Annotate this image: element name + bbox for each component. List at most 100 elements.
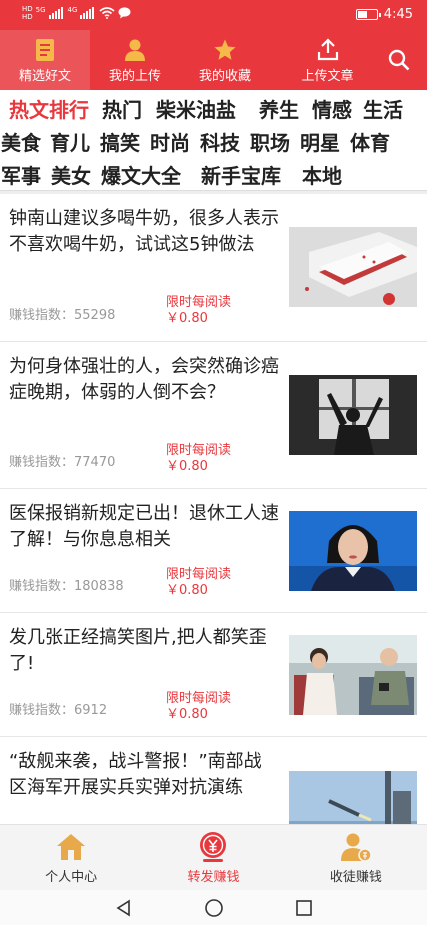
article-thumbnail <box>289 635 417 715</box>
article-card[interactable]: 医保报销新规定已出！退休工人速了解！与你息息相关 赚钱指数：180838 限时每… <box>0 489 427 613</box>
category-row: 军事 美女 爆文大全 新手宝库 本地 <box>0 158 427 191</box>
tab-personal-center[interactable]: 个人中心 <box>0 825 142 890</box>
category-parenting[interactable]: 育儿 <box>50 127 90 156</box>
tab-upload-article[interactable]: 上传文章 <box>270 30 385 90</box>
tab-my-uploads[interactable]: 我的上传 <box>90 30 180 90</box>
status-right: 4:45 <box>355 7 413 22</box>
category-local[interactable]: 本地 <box>302 160 342 189</box>
category-funny[interactable]: 搞笑 <box>100 127 140 156</box>
article-card[interactable]: “敌舰来袭，战斗警报！”南部战区海军开展实兵实弹对抗演练 <box>0 737 427 824</box>
home-circle-icon <box>204 898 223 917</box>
wifi-icon <box>99 7 115 19</box>
earn-index-value: 180838 <box>74 579 124 594</box>
tab-share-earn[interactable]: 转发赚钱 <box>142 825 284 890</box>
house-icon <box>56 830 86 864</box>
category-hot-ranking[interactable]: 热文排行 <box>9 94 89 123</box>
back-button[interactable] <box>113 897 135 919</box>
recents-button[interactable] <box>293 897 315 919</box>
back-triangle-icon <box>116 899 130 916</box>
news-anchor-photo <box>289 511 417 591</box>
reward-label: 限时每阅读 <box>166 567 232 582</box>
tab-label: 转发赚钱 <box>187 870 240 885</box>
category-newbie-guide[interactable]: 新手宝库 <box>201 160 281 189</box>
recents-square-icon <box>295 899 312 916</box>
status-bar: HD HD 5G 4G 4:45 <box>0 0 427 30</box>
network2-label: 4G <box>67 6 78 14</box>
reward-value: ￥0.80 <box>166 459 208 474</box>
earn-index-label: 赚钱指数： <box>9 455 75 470</box>
category-daily-life[interactable]: 柴米油盐 <box>156 94 236 123</box>
tab-featured-articles[interactable]: 精选好文 <box>0 30 90 90</box>
earn-index-label: 赚钱指数： <box>9 308 75 323</box>
article-title: 为何身体强壮的人，会突然确诊癌症晚期，体弱的人倒不会？ <box>9 356 279 403</box>
earn-index-value: 6912 <box>74 703 108 718</box>
category-tech[interactable]: 科技 <box>200 127 240 156</box>
missile-launch-photo <box>289 771 417 824</box>
tab-recruit-earn[interactable]: 收徒赚钱 <box>285 825 427 890</box>
sim1-label: HD <box>22 5 33 13</box>
sim-labels: HD HD <box>22 5 33 21</box>
article-title: 医保报销新规定已出！退休工人速了解！与你息息相关 <box>9 503 279 550</box>
article-title: 发几张正经搞笑图片,把人都笑歪了! <box>9 627 267 674</box>
battery-level-fill <box>357 11 367 18</box>
network1-label: 5G <box>35 6 46 14</box>
person-icon <box>124 37 146 63</box>
reward-info: 限时每阅读 ￥0.80 <box>166 691 231 723</box>
reward-info: 限时每阅读 ￥0.80 <box>166 443 231 475</box>
category-health[interactable]: 养生 <box>259 94 299 123</box>
home-button[interactable] <box>203 897 225 919</box>
earn-index-value: 77470 <box>74 455 116 470</box>
user-coin-icon <box>340 830 372 864</box>
article-card[interactable]: 发几张正经搞笑图片,把人都笑歪了! 赚钱指数：6912 限时每阅读 ￥0.80 <box>0 613 427 737</box>
category-viral-collection[interactable]: 爆文大全 <box>101 160 181 189</box>
article-title: 钟南山建议多喝牛奶，很多人表示不喜欢喝牛奶，试试这5钟做法 <box>9 208 279 255</box>
reward-label: 限时每阅读 <box>166 443 232 458</box>
category-food[interactable]: 美食 <box>1 127 41 156</box>
tab-label: 上传文章 <box>301 68 354 84</box>
clock: 4:45 <box>383 7 413 22</box>
category-celebrity[interactable]: 明星 <box>300 127 340 156</box>
tab-label: 个人中心 <box>45 870 98 885</box>
earn-index-label: 赚钱指数： <box>9 703 75 718</box>
category-career[interactable]: 职场 <box>250 127 290 156</box>
category-sports[interactable]: 体育 <box>350 127 390 156</box>
reward-info: 限时每阅读 ￥0.80 <box>166 295 231 327</box>
article-thumbnail <box>289 375 417 455</box>
battery-icon <box>355 9 381 20</box>
earn-index: 赚钱指数：77470 <box>9 451 115 470</box>
status-indicators: HD HD 5G 4G <box>22 5 131 21</box>
reward-label: 限时每阅读 <box>166 691 232 706</box>
article-title: “敌舰来袭，战斗警报！”南部战区海军开展实兵实弹对抗演练 <box>9 751 262 798</box>
tab-my-favorites[interactable]: 我的收藏 <box>180 30 270 90</box>
category-military[interactable]: 军事 <box>1 160 41 189</box>
reward-value: ￥0.80 <box>166 707 208 722</box>
article-thumbnail <box>289 511 417 591</box>
category-emotion[interactable]: 情感 <box>312 94 352 123</box>
signal-icon <box>80 7 95 19</box>
category-row: 热文排行 热门 柴米油盐 养生 情感 生活 <box>0 92 427 125</box>
category-grid: 热文排行 热门 柴米油盐 养生 情感 生活 美食 育儿 搞笑 时尚 科技 职场 … <box>0 90 427 190</box>
category-life[interactable]: 生活 <box>363 94 403 123</box>
earn-index: 赚钱指数：55298 <box>9 304 115 323</box>
tab-label: 收徒赚钱 <box>329 870 382 885</box>
milk-dessert-photo <box>289 227 417 307</box>
article-thumbnail <box>289 227 417 307</box>
category-popular[interactable]: 热门 <box>102 94 142 123</box>
sim2-label: HD <box>22 13 33 21</box>
search-button[interactable] <box>385 46 413 74</box>
article-card[interactable]: 为何身体强壮的人，会突然确诊癌症晚期，体弱的人倒不会？ 赚钱指数：77470 限… <box>0 342 427 489</box>
earn-index: 赚钱指数：180838 <box>9 575 124 594</box>
earn-index-value: 55298 <box>74 308 116 323</box>
signal-icon <box>48 7 63 19</box>
star-icon <box>213 37 237 63</box>
money-badge-icon <box>198 830 228 864</box>
bottom-navigation: 个人中心 转发赚钱 收徒赚钱 <box>0 824 427 890</box>
reward-value: ￥0.80 <box>166 583 208 598</box>
category-beauty[interactable]: 美女 <box>51 160 91 189</box>
article-feed[interactable]: 钟南山建议多喝牛奶，很多人表示不喜欢喝牛奶，试试这5钟做法 赚钱指数：55298… <box>0 194 427 824</box>
article-card[interactable]: 钟南山建议多喝牛奶，很多人表示不喜欢喝牛奶，试试这5钟做法 赚钱指数：55298… <box>0 194 427 342</box>
category-fashion[interactable]: 时尚 <box>150 127 190 156</box>
bus-passengers-photo <box>289 635 417 715</box>
tab-label: 精选好文 <box>18 68 71 84</box>
document-icon <box>35 37 55 63</box>
